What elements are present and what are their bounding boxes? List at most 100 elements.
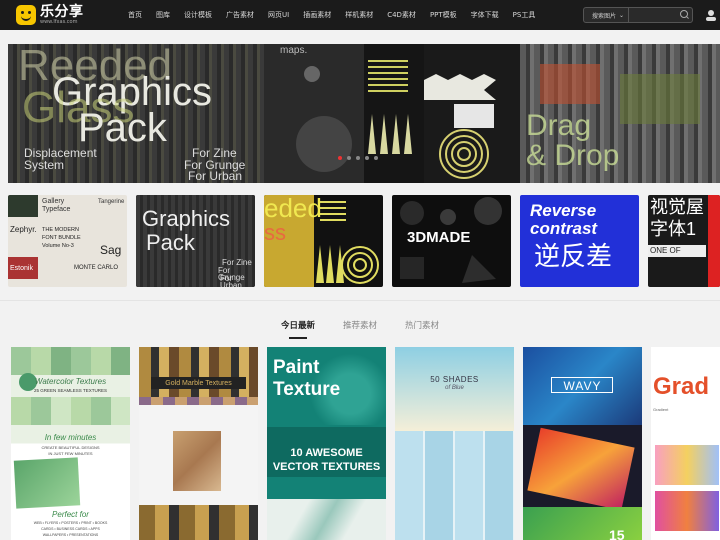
thumbnail-yellow-graphics[interactable]: eded ss [264,195,383,287]
content-tabs: 今日最新 推荐素材 热门素材 [0,319,720,339]
banner-subtitle-2: System [24,158,65,172]
thumb-text: Volume No-3 [42,243,74,249]
nav-item-ad-assets[interactable]: 广告素材 [226,10,254,20]
thumb-text: 逆反差 [534,241,613,271]
carousel-dot-5[interactable] [374,156,378,160]
thumb-text: ss [264,220,286,245]
thumb-text: Typeface [42,206,71,213]
card-text: CARDS • BUSINESS CARDS • APPS [41,527,100,531]
card-subtitle: of Blue [445,385,464,391]
thumb-text: Pack [146,230,195,255]
banner-drag-text: Drag [526,109,592,142]
banner-maps-text: maps. [280,45,308,56]
thumb-text: For Urban [220,274,242,287]
asset-card-gradients[interactable]: Grad Gradient [651,347,720,540]
chevron-down-icon: ⌄ [619,11,625,19]
thumb-text: 3DMADE [407,229,471,246]
card-title: 50 SHADES [430,375,479,384]
thumb-text: THE MODERN [42,227,79,233]
card-title: Gold Marble Textures [165,380,232,387]
carousel-dot-2[interactable] [347,156,351,160]
user-avatar-icon[interactable] [704,9,720,21]
nav-item-illustrations[interactable]: 插画素材 [303,10,331,20]
thumbnail-3dmade[interactable]: 3DMADE [392,195,511,287]
featured-thumbnail-row: Gallery Typeface Tangerine Zephyr. THE M… [8,195,720,287]
thumb-text: Tangerine [98,199,125,205]
carousel-dot-1[interactable] [338,156,342,160]
tab-popular[interactable]: 热门素材 [405,319,439,339]
search-icon[interactable] [678,8,692,22]
hero-banner-carousel[interactable]: Reeded Graphics Glass Pack Displacement … [8,44,720,183]
thumbnail-font-bundle[interactable]: Gallery Typeface Tangerine Zephyr. THE M… [8,195,127,287]
search-category-select[interactable]: 搜索图片 ⌄ [584,8,630,22]
card-subtitle: VECTOR TEXTURES [272,461,381,473]
site-logo[interactable]: 乐分享 www.lfxas.com [16,5,84,25]
tab-latest[interactable]: 今日最新 [281,319,315,339]
thumb-text: Sag [100,243,122,257]
thumbnail-graphics-pack[interactable]: Graphics Pack For Zine For Grunge For Ur… [136,195,255,287]
thumb-text: Estonik [10,265,33,272]
banner-drop-text: & Drop [526,139,620,172]
thumb-text: Graphics [142,206,231,231]
banner-title-4: Pack [78,106,167,150]
main-nav: 首页 图库 设计模板 广告素材 网页UI 插画素材 样机素材 C4D素材 PPT… [128,0,549,30]
thumb-text: Reverse [530,201,597,220]
card-subtitle: 10 AWESOME [290,447,363,459]
nav-item-ps-tools[interactable]: PS工具 [513,10,536,20]
search-input[interactable] [629,8,678,22]
card-subtitle: Gradient [653,407,669,412]
card-text: In few minutes [44,433,97,442]
carousel-dot-3[interactable] [356,156,360,160]
tab-recommended[interactable]: 推荐素材 [343,319,377,339]
section-divider [0,300,720,301]
card-title: Grad [653,373,710,400]
thumb-text: 视觉屋 [650,197,704,217]
asset-grid: Watercolor Textures 25 GREEN SEAMLESS TE… [11,347,720,540]
card-title: WAVY [563,379,602,393]
card-subtitle: 25 GREEN SEAMLESS TEXTURES [34,388,107,393]
nav-item-home[interactable]: 首页 [128,10,142,20]
nav-item-web-ui[interactable]: 网页UI [268,10,289,20]
thumb-text: eded [264,195,322,223]
thumb-text: MONTE CARLO [74,265,119,271]
asset-card-paint-texture[interactable]: Paint Texture 10 AWESOME VECTOR TEXTURES [267,347,386,540]
card-text: WALLPAPERS • PRESENTATIONS [42,533,99,537]
card-title: Watercolor Textures [34,377,107,386]
logo-name: 乐分享 [40,4,84,20]
thumb-text: FONT BUNDLE [42,235,81,241]
smiley-logo-icon [16,5,36,25]
nav-item-design-templates[interactable]: 设计模板 [184,10,212,20]
thumbnail-reverse-contrast[interactable]: Reverse contrast 逆反差 [520,195,639,287]
top-navigation-bar: 乐分享 www.lfxas.com 首页 图库 设计模板 广告素材 网页UI 插… [0,0,720,30]
asset-card-watercolor-textures[interactable]: Watercolor Textures 25 GREEN SEAMLESS TE… [11,347,130,540]
asset-card-shades-of-blue[interactable]: 50 SHADES of Blue [395,347,514,540]
banner-slide-drag-drop: Drag & Drop [520,44,720,183]
carousel-dot-4[interactable] [365,156,369,160]
asset-card-wavy[interactable]: WAVY 15 [523,347,642,540]
card-title: Paint [273,357,320,378]
logo-url: www.lfxas.com [40,19,78,25]
thumb-text: Zephyr. [10,225,37,234]
asset-card-gold-marble[interactable]: Gold Marble Textures [139,347,258,540]
nav-item-gallery[interactable]: 图库 [156,10,170,20]
thumb-text: ONE OF [650,246,681,255]
nav-item-fonts[interactable]: 字体下载 [471,10,499,20]
nav-item-mockups[interactable]: 样机素材 [345,10,373,20]
banner-zine-3: For Urban [188,169,243,183]
carousel-indicators [338,156,383,160]
card-title: Texture [273,379,341,400]
card-text: IN JUST FEW MINUTES [48,451,93,456]
card-text: 15 [609,527,625,540]
nav-item-c4d[interactable]: C4D素材 [387,10,416,20]
thumb-text: contrast [530,219,598,238]
card-text: CREATE BEAUTIFUL DESIGNS [41,445,100,450]
nav-item-ppt[interactable]: PPT模板 [430,10,457,20]
thumbnail-chinese-fonts[interactable]: 视觉屋 字体1 ONE OF [648,195,720,287]
banner-slide-reeded-glass: Reeded Graphics Glass Pack Displacement … [8,44,264,183]
banner-slide-graphics: maps. [264,44,520,183]
thumb-text: 字体1 [650,219,697,239]
thumb-text: Gallery [42,198,65,205]
search-bar: 搜索图片 ⌄ [583,7,693,23]
card-text: WEB • FLYERS • POSTERS • PRINT • BOOKS [33,521,108,525]
card-text: Perfect for [52,510,89,519]
